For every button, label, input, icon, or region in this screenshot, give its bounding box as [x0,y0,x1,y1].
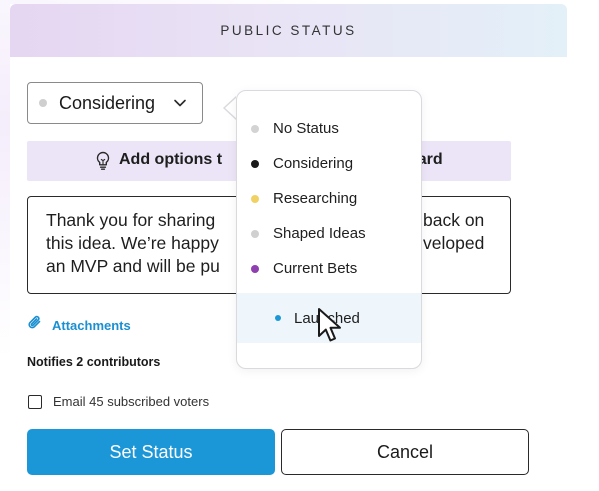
dropdown-item-no-status[interactable]: No Status [237,111,421,146]
paperclip-icon [27,314,43,337]
attachments-label: Attachments [52,318,131,333]
status-select-value: Considering [59,92,156,113]
panel-title: PUBLIC STATUS [220,23,357,38]
email-voters-checkbox[interactable] [28,394,42,409]
comment-line-1-tail: back on [423,210,485,230]
panel-header: PUBLIC STATUS [10,4,567,57]
dropdown-item-label: No Status [273,120,339,137]
email-voters-label: Email 45 subscribed voters [53,394,210,409]
dropdown-item-label: Shaped Ideas [273,225,366,242]
dropdown-item-researching[interactable]: Researching [237,181,421,216]
set-status-button[interactable]: Set Status [27,429,275,475]
dropdown-item-considering[interactable]: Considering [237,146,421,181]
dropdown-item-label: Researching [273,190,358,207]
info-text: Add options t [119,151,223,168]
status-dot [275,315,281,321]
status-dot [251,124,259,133]
status-dot [251,194,259,203]
status-dot [251,264,259,273]
dropdown-item-shaped-ideas[interactable]: Shaped Ideas [237,216,421,251]
lightbulb-icon [95,151,111,176]
status-select[interactable]: Considering [27,82,203,124]
dropdown-item-label: Current Bets [273,260,358,277]
cancel-button[interactable]: Cancel [281,429,529,475]
notifies-text: Notifies 2 contributors [27,355,161,369]
comment-line-2-tail: veloped [423,233,485,253]
status-dot [39,99,47,107]
dropdown-item-current-bets[interactable]: Current Bets [237,251,421,286]
status-dot [251,229,259,238]
email-voters-option[interactable]: Email 45 subscribed voters [28,394,209,409]
chevron-down-icon [172,95,188,116]
attachments-link[interactable]: Attachments [27,314,131,337]
status-dot [251,159,259,168]
mouse-pointer-icon [317,307,347,350]
dropdown-item-label: Considering [273,155,354,172]
